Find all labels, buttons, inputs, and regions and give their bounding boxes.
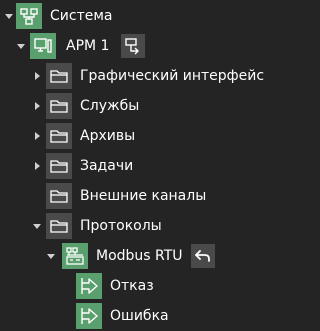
screen-export-icon[interactable]	[121, 34, 145, 58]
tree-node-label: Modbus RTU	[96, 248, 183, 264]
chevron-right-icon[interactable]	[32, 101, 42, 111]
signal-arrow-icon	[76, 273, 102, 299]
tree-node-label: Внешние каналы	[80, 188, 207, 204]
tree-node-protocols[interactable]: Протоколы	[0, 211, 265, 241]
tree-node-archives[interactable]: Архивы	[0, 121, 265, 151]
chevron-down-icon[interactable]	[4, 11, 14, 21]
chevron-right-icon[interactable]	[32, 131, 42, 141]
tree-node-label: Система	[50, 8, 113, 24]
tree-node-modbus[interactable]: Modbus RTU	[0, 241, 265, 271]
undo-arrow-icon[interactable]	[191, 244, 215, 268]
tree-node-label: АРМ 1	[66, 38, 110, 54]
folder-icon	[46, 213, 72, 239]
folder-icon	[46, 93, 72, 119]
tree-node-label: Протоколы	[80, 218, 162, 234]
tree-node-external-channels[interactable]: Внешние каналы	[0, 181, 265, 211]
chevron-down-icon[interactable]	[46, 251, 56, 261]
tree-node-label: Графический интерфейс	[80, 68, 265, 84]
tree-node-graphics[interactable]: Графический интерфейс	[0, 61, 265, 91]
signal-arrow-icon	[76, 303, 102, 329]
folder-icon	[46, 153, 72, 179]
tree-node-signal-otkaz[interactable]: Отказ	[0, 271, 265, 301]
tree-node-label: Службы	[80, 98, 140, 114]
tree-node-label: Ошибка	[110, 308, 169, 324]
chevron-down-icon[interactable]	[32, 221, 42, 231]
tree-node-tasks[interactable]: Задачи	[0, 151, 265, 181]
tree-node-label: Отказ	[110, 278, 154, 294]
tree-node-system[interactable]: Система	[0, 1, 265, 31]
tree-node-label: Архивы	[80, 128, 136, 144]
chevron-down-icon[interactable]	[16, 41, 26, 51]
folder-icon	[46, 183, 72, 209]
object-tree: Система АРМ 1 Графический интерфейс Служ…	[0, 0, 265, 331]
modbus-device-icon	[62, 243, 88, 269]
folder-icon	[46, 63, 72, 89]
chevron-right-icon[interactable]	[32, 71, 42, 81]
folder-icon	[46, 123, 72, 149]
chevron-right-icon[interactable]	[32, 161, 42, 171]
tree-node-signal-oshibka[interactable]: Ошибка	[0, 301, 265, 331]
tree-node-services[interactable]: Службы	[0, 91, 265, 121]
tree-node-arm[interactable]: АРМ 1	[0, 31, 265, 61]
network-nodes-icon	[16, 3, 42, 29]
tree-node-label: Задачи	[80, 158, 134, 174]
workstation-icon	[30, 33, 56, 59]
